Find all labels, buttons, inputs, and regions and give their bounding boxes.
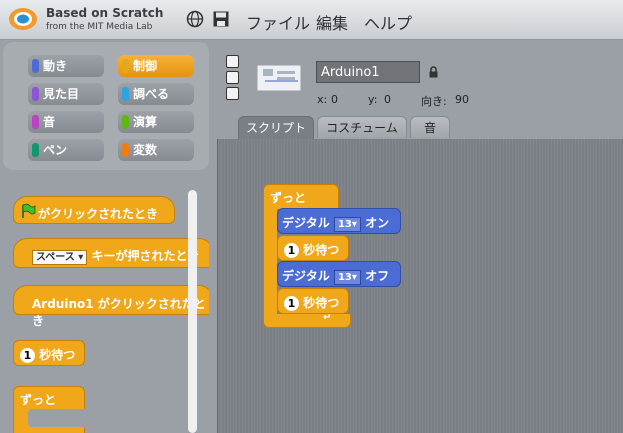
category-pen[interactable]: ペン — [28, 139, 104, 161]
category-label: 変数 — [133, 143, 158, 157]
forever-arm — [263, 208, 277, 318]
category-color-swatch — [32, 143, 39, 157]
category-label: 動き — [43, 59, 68, 73]
forever-label: ずっと — [270, 191, 307, 205]
category-panel: 動き 制御 見た目 調べる 音 演算 ペン 変数 — [3, 42, 209, 170]
tab-sounds[interactable]: 音 — [410, 116, 450, 138]
sprite-thumbnail — [256, 64, 302, 92]
category-sensing[interactable]: 調べる — [118, 83, 194, 105]
category-label: 演算 — [133, 115, 158, 129]
category-sound[interactable]: 音 — [28, 111, 104, 133]
category-label: 音 — [43, 115, 56, 129]
block-slot — [28, 409, 88, 427]
forever-block[interactable]: ずっと ↵ — [13, 386, 88, 433]
forever-bottom — [263, 314, 351, 328]
no-rotate-icon[interactable] — [226, 87, 239, 100]
tab-costumes[interactable]: コスチューム — [317, 116, 407, 138]
menu-help[interactable]: ヘルプ — [364, 10, 412, 34]
brand-title: Based on Scratch — [46, 6, 164, 20]
block-label: 秒待つ — [39, 348, 76, 362]
x-label: x: — [317, 93, 328, 106]
category-control[interactable]: 制御 — [118, 55, 194, 77]
menu-file[interactable]: ファイル — [246, 10, 310, 34]
wait-block[interactable]: 1 秒待つ — [13, 340, 85, 366]
script-area[interactable]: ずっと ↵ デジタル 13▾ オン 1 秒待つ デジタル 13▾ オフ 1 秒待… — [217, 139, 623, 433]
block-label: キーが押されたとき — [91, 249, 200, 263]
scratch-logo-icon — [9, 8, 37, 30]
direction-value: 90 — [455, 93, 469, 106]
digital-label: デジタル — [282, 269, 330, 283]
sprite-name-input[interactable] — [316, 61, 420, 83]
x-value: 0 — [331, 93, 338, 106]
category-looks[interactable]: 見た目 — [28, 83, 104, 105]
category-motion[interactable]: 動き — [28, 55, 104, 77]
block-palette: がクリックされたとき スペース ▾ キーが押されたとき Arduino1 がクリ… — [3, 172, 209, 433]
brand-subtitle: from the MIT Media Lab — [46, 22, 153, 32]
tab-scripts[interactable]: スクリプト — [238, 116, 314, 140]
green-flag-icon — [22, 203, 36, 218]
lock-icon[interactable] — [428, 66, 439, 78]
menu-edit[interactable]: 編集 — [316, 10, 348, 34]
palette-scrollbar[interactable] — [188, 190, 197, 433]
y-label: y: — [368, 93, 378, 106]
menu-bar: Based on Scratch from the MIT Media Lab … — [0, 0, 623, 40]
category-color-swatch — [122, 115, 129, 129]
block-label: がクリックされたとき — [38, 207, 159, 221]
category-label: 制御 — [133, 59, 158, 73]
key-dropdown[interactable]: スペース ▾ — [32, 250, 88, 265]
category-color-swatch — [122, 59, 129, 73]
digital-label: デジタル — [282, 216, 330, 230]
wait-seconds-input[interactable]: 1 — [20, 348, 35, 363]
when-sprite-clicked-block[interactable]: Arduino1 がクリックされたとき — [13, 285, 209, 328]
off-label: オフ — [365, 269, 390, 283]
category-color-swatch — [32, 59, 39, 73]
category-label: 調べる — [133, 87, 170, 101]
direction-label: 向き: — [421, 95, 447, 108]
wait-seconds-input[interactable]: 1 — [284, 296, 299, 311]
wait-block[interactable]: 1 秒待つ — [277, 235, 349, 261]
category-color-swatch — [122, 87, 129, 101]
wait-seconds-input[interactable]: 1 — [284, 243, 299, 258]
category-color-swatch — [122, 143, 129, 157]
flip-left-right-icon[interactable] — [226, 71, 239, 84]
save-icon[interactable] — [212, 10, 230, 28]
when-flag-clicked-block[interactable]: がクリックされたとき — [13, 196, 175, 224]
wait-label: 秒待つ — [303, 296, 340, 310]
wait-block[interactable]: 1 秒待つ — [277, 288, 349, 314]
digital-on-block[interactable]: デジタル 13▾ オン — [277, 208, 401, 234]
when-key-pressed-block[interactable]: スペース ▾ キーが押されたとき — [13, 238, 209, 268]
pin-dropdown[interactable]: 13▾ — [333, 270, 361, 285]
block-label: ずっと — [20, 393, 57, 407]
on-label: オン — [365, 216, 390, 230]
pin-dropdown[interactable]: 13▾ — [333, 217, 361, 232]
block-label: Arduino1 がクリックされたとき — [32, 297, 206, 328]
globe-icon[interactable] — [186, 10, 204, 28]
wait-label: 秒待つ — [303, 243, 340, 257]
category-color-swatch — [32, 87, 39, 101]
rotate-all-icon[interactable] — [226, 55, 239, 68]
y-value: 0 — [384, 93, 391, 106]
digital-off-block[interactable]: デジタル 13▾ オフ — [277, 261, 401, 287]
category-variables[interactable]: 変数 — [118, 139, 194, 161]
category-label: 見た目 — [43, 87, 80, 101]
category-operators[interactable]: 演算 — [118, 111, 194, 133]
category-label: ペン — [43, 143, 68, 157]
category-color-swatch — [32, 115, 39, 129]
